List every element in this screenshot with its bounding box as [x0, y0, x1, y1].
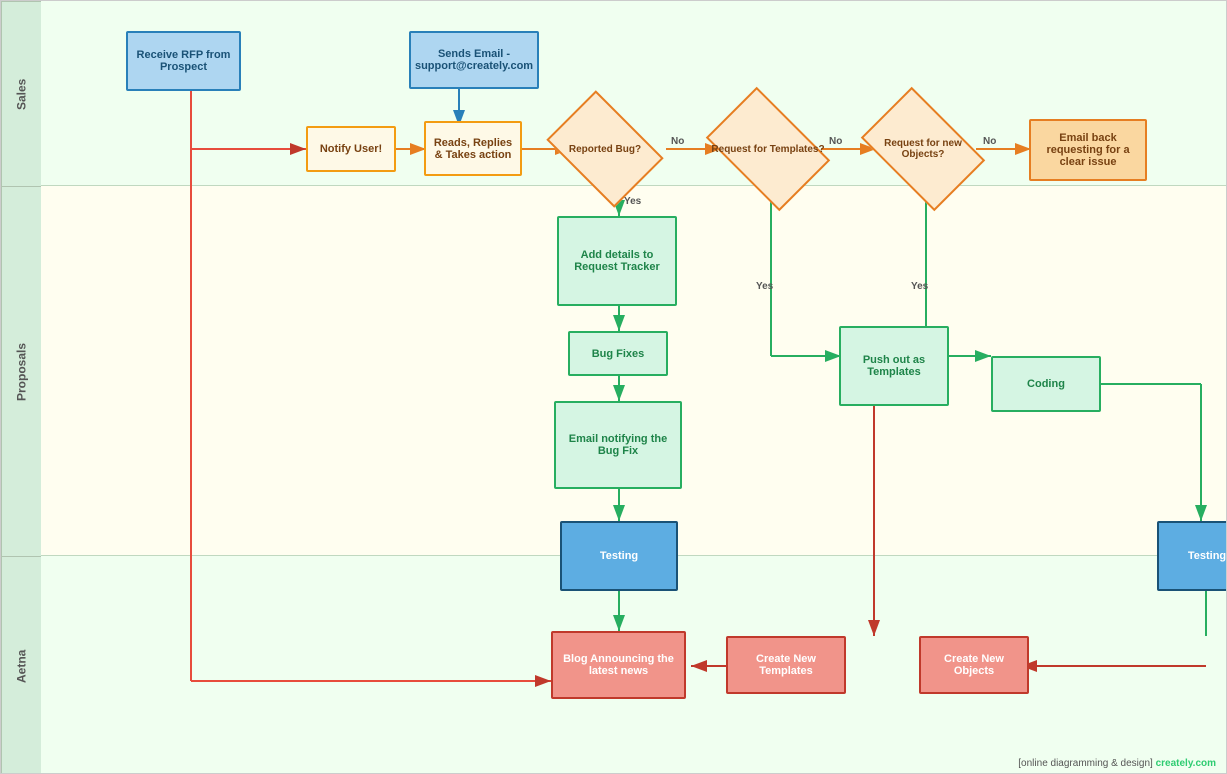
no-label-templates: No — [829, 136, 842, 147]
yes-label-bug: Yes — [624, 196, 641, 207]
request-templates-diamond: Request for Templates? — [709, 109, 827, 189]
main-container: Sales Proposals Aetna — [0, 0, 1227, 774]
reported-bug-diamond: Reported Bug? — [551, 109, 659, 189]
notify-user-shape: Notify User! — [306, 126, 396, 172]
receive-rfp-shape: Receive RFP from Prospect — [126, 31, 241, 91]
reads-replies-shape: Reads, Replies & Takes action — [424, 121, 522, 176]
email-notify-bug-shape: Email notifying the Bug Fix — [554, 401, 682, 489]
yes-label-objects: Yes — [911, 281, 928, 292]
create-templates-shape: Create New Templates — [726, 636, 846, 694]
yes-label-templates: Yes — [756, 281, 773, 292]
blog-announcing-shape: Blog Announcing the latest news — [551, 631, 686, 699]
add-details-shape: Add details to Request Tracker — [557, 216, 677, 306]
email-back-shape: Email back requesting for a clear issue — [1029, 119, 1147, 181]
canvas: Receive RFP from Prospect Sends Email - … — [41, 1, 1226, 773]
no-label-objects: No — [983, 136, 996, 147]
testing1-shape: Testing — [560, 521, 678, 591]
request-objects-diamond: Request for new Objects? — [864, 109, 982, 189]
coding-shape: Coding — [991, 356, 1101, 412]
testing2-shape: Testing — [1157, 521, 1227, 591]
lane-label-sales: Sales — [1, 1, 41, 186]
sends-email-shape: Sends Email - support@creately.com — [409, 31, 539, 89]
lane-label-proposals: Proposals — [1, 186, 41, 556]
bug-fixes-shape: Bug Fixes — [568, 331, 668, 376]
lane-label-aetna: Aetna — [1, 556, 41, 774]
creately-brand: creately.com — [1156, 758, 1216, 769]
no-label-bug: No — [671, 136, 684, 147]
push-templates-shape: Push out as Templates — [839, 326, 949, 406]
create-objects-shape: Create New Objects — [919, 636, 1029, 694]
footer: [online diagramming & design] creately.c… — [1018, 758, 1216, 769]
